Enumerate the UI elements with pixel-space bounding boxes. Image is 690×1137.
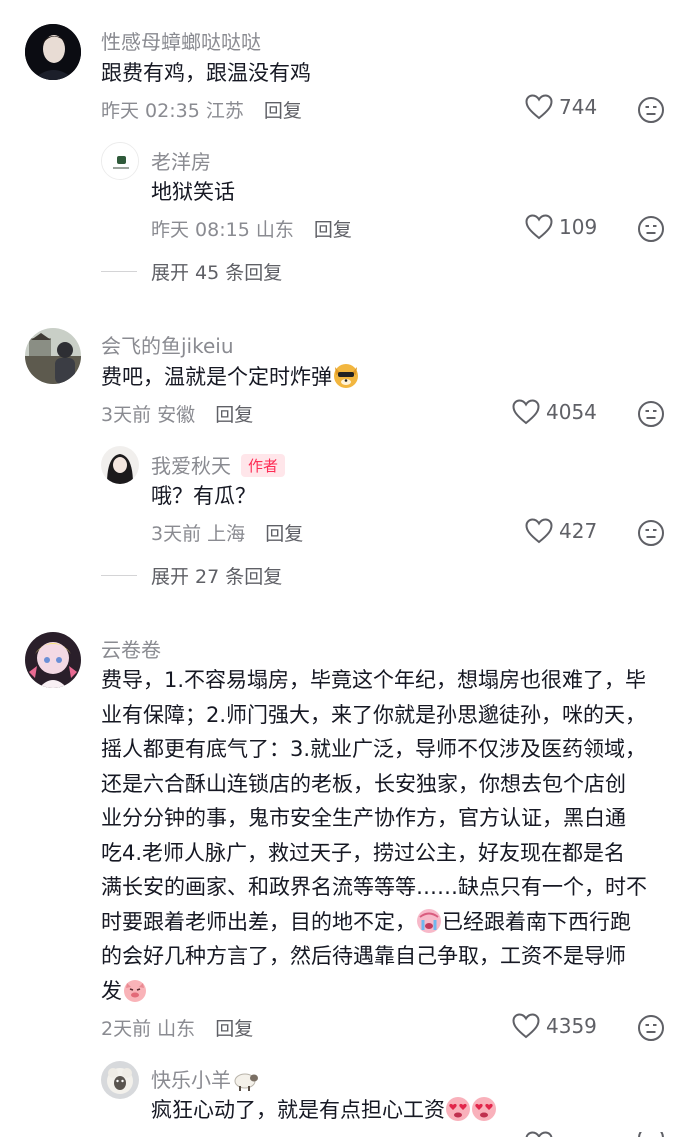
comment-line: 费导，1.不容易塌房，毕竟这个年纪，想塌房也很难了，毕 <box>101 668 647 692</box>
username[interactable]: 性感母蟑螂哒哒哒 <box>101 26 261 55</box>
dog-sunglasses-emoji <box>334 364 358 388</box>
reply-button[interactable]: 回复 <box>215 1018 253 1040</box>
username: 快乐小羊 <box>151 1064 259 1093</box>
comment-line-part: 时要跟着老师出差，目的地不定， <box>101 910 416 934</box>
comment-time: 昨天 08:15 <box>151 219 250 241</box>
like-button[interactable]: 744 <box>525 94 597 120</box>
dislike-face-icon[interactable] <box>637 215 665 243</box>
comment-location: 上海 <box>207 523 246 545</box>
username[interactable]: 老洋房 <box>151 146 211 175</box>
dislike-face-icon[interactable] <box>637 400 665 428</box>
comment-line: 吃4.老师人脉广，救过天子，捞过公主，好友现在都是名 <box>101 841 626 865</box>
like-count: 427 <box>559 519 598 543</box>
expand-replies-label: 展开 27 条回复 <box>151 566 283 588</box>
reply-button[interactable]: 回复 <box>215 404 253 426</box>
crying-emoji <box>417 909 441 933</box>
comment-location: 安徽 <box>157 404 196 426</box>
comment-location: 江苏 <box>205 100 244 122</box>
comment-line: 摇人都更有底气了：3.就业广泛，导师不仅涉及医药领域， <box>101 737 647 761</box>
dislike-face-icon[interactable] <box>637 96 665 124</box>
like-button[interactable]: 109 <box>525 214 597 240</box>
comment-meta: 昨天 02:35 江苏 回复 <box>101 96 302 123</box>
comment-time: 2天前 <box>101 1018 152 1040</box>
comment-line: 发 <box>101 974 148 1009</box>
avatar[interactable] <box>101 1061 139 1099</box>
comment-meta: 昨天 08:15 山东 回复 <box>151 215 352 242</box>
divider <box>101 575 137 576</box>
like-button[interactable]: 4054 <box>512 399 597 425</box>
dislike-face-icon[interactable] <box>637 1014 665 1042</box>
reply-button[interactable]: 回复 <box>314 219 352 241</box>
comment-location: 山东 <box>255 219 294 241</box>
comment-time: 昨天 02:35 <box>101 100 200 122</box>
username: 我爱秋天 作者 <box>151 450 286 479</box>
expand-replies-button[interactable]: 展开 27 条回复 <box>101 562 282 589</box>
comment-line-part: 发 <box>101 979 122 1003</box>
like-button[interactable]: 4359 <box>512 1013 597 1039</box>
heart-outline-icon <box>525 214 553 240</box>
comment-meta: 3天前 上海 回复 <box>151 519 303 546</box>
heart-outline-icon <box>525 94 553 120</box>
author-badge: 作者 <box>241 454 286 477</box>
reply-button[interactable]: 回复 <box>264 100 302 122</box>
comment-text-body: 疯狂心动了，就是有点担心工资 <box>151 1098 445 1122</box>
comment-line: 还是六合酥山连锁店的老板，长安独家，你想去包个店创 <box>101 772 626 796</box>
like-button[interactable]: 427 <box>525 518 597 544</box>
heart-outline-icon <box>512 399 540 425</box>
heart-outline-icon <box>525 518 553 544</box>
dislike-face-icon[interactable] <box>637 1132 665 1137</box>
dislike-face-icon[interactable] <box>637 519 665 547</box>
heart-eyes-emoji <box>472 1097 496 1121</box>
comment-time: 3天前 <box>101 404 152 426</box>
comment-text: 哦？有瓜？ <box>151 484 256 508</box>
expand-replies-label: 展开 45 条回复 <box>151 262 283 284</box>
avatar[interactable] <box>101 446 139 484</box>
comment-thread: 性感母蟑螂哒哒哒 跟费有鸡，跟温没有鸡 昨天 02:35 江苏 回复 744 老… <box>0 0 690 1137</box>
sheep-emoji <box>234 1073 258 1091</box>
heart-eyes-emoji <box>446 1097 470 1121</box>
username[interactable]: 云卷卷 <box>101 634 161 663</box>
comment-line: 的会好几种方言了，然后待遇靠自己争取，工资不是导师 <box>101 944 626 968</box>
avatar[interactable] <box>25 632 81 688</box>
heart-outline-icon[interactable] <box>525 1131 553 1137</box>
pink-pig-emoji <box>124 980 146 1002</box>
comment-line: 业分分钟的事，鬼市安全生产协作方，官方认证，黑白通 <box>101 806 626 830</box>
reply-button[interactable]: 回复 <box>265 523 303 545</box>
reply-username[interactable]: 快乐小羊 <box>151 1068 231 1092</box>
divider <box>101 271 137 272</box>
comment-meta: 2天前 山东 回复 <box>101 1014 253 1041</box>
comment-text: 跟费有鸡，跟温没有鸡 <box>101 61 311 85</box>
comment-text: 地狱笑话 <box>151 180 235 204</box>
comment-line: 业有保障；2.师门强大，来了你就是孙思邈徒孙，咪的天， <box>101 703 647 727</box>
comment-text-body: 费吧，温就是个定时炸弹 <box>101 365 332 389</box>
expand-replies-button[interactable]: 展开 45 条回复 <box>101 258 282 285</box>
comment-text: 疯狂心动了，就是有点担心工资 <box>151 1093 497 1128</box>
comment-line: 满长安的画家、和政界名流等等等……缺点只有一个，时不 <box>101 875 647 899</box>
comment-line-part: 已经跟着南下西行跑 <box>442 910 631 934</box>
like-count: 4054 <box>546 400 597 424</box>
comment-meta: 3天前 安徽 回复 <box>101 400 253 427</box>
comment-time: 3天前 <box>151 523 202 545</box>
comment-line: 时要跟着老师出差，目的地不定， 已经跟着南下西行跑 <box>101 905 631 940</box>
avatar[interactable] <box>25 24 81 80</box>
avatar[interactable] <box>101 142 139 180</box>
comment-location: 山东 <box>157 1018 196 1040</box>
like-count: 744 <box>559 95 598 119</box>
comment-text: 费吧，温就是个定时炸弹 <box>101 360 360 395</box>
heart-outline-icon <box>512 1013 540 1039</box>
avatar[interactable] <box>25 328 81 384</box>
reply-username[interactable]: 我爱秋天 <box>151 454 231 478</box>
like-count: 109 <box>559 215 598 239</box>
like-count: 4359 <box>546 1014 597 1038</box>
username[interactable]: 会飞的鱼jikeiu <box>101 330 234 359</box>
